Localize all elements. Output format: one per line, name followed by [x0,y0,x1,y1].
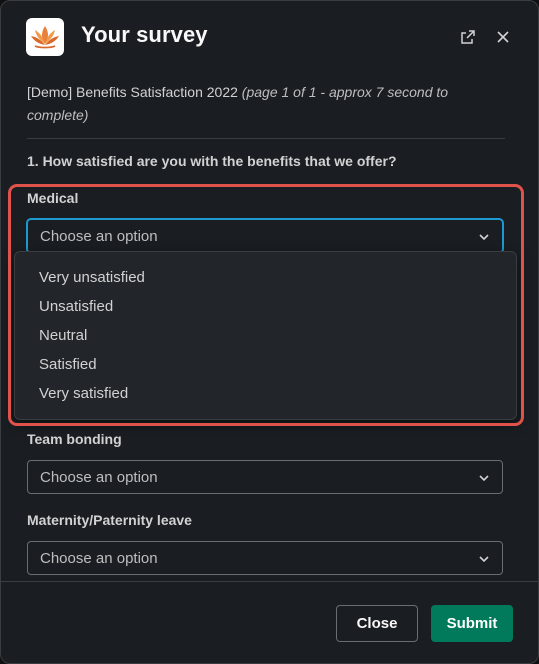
chevron-down-icon [479,556,489,563]
option-label: Neutral [39,327,88,344]
field-label-maternity-leave: Maternity/Paternity leave [27,512,192,528]
option-unsatisfied[interactable]: Unsatisfied [15,293,516,322]
question-text: 1. How satisfied are you with the benefi… [27,153,397,169]
option-label: Satisfied [39,356,97,373]
chevron-down-icon [479,234,489,241]
medical-select[interactable]: Choose an option [27,219,503,253]
chevron-down-icon [479,475,489,482]
field-label-medical: Medical [27,190,79,206]
team-bonding-select[interactable]: Choose an option [27,460,503,494]
lotus-logo-icon [26,18,64,56]
close-icon[interactable] [492,26,514,48]
survey-modal: Your survey [Demo] Benefits Satisfaction… [0,0,539,664]
option-very-unsatisfied[interactable]: Very unsatisfied [15,264,516,293]
option-neutral[interactable]: Neutral [15,322,516,351]
maternity-leave-select[interactable]: Choose an option [27,541,503,575]
survey-heading: [Demo] Benefits Satisfaction 2022 (page … [27,81,497,127]
medical-options-menu: Very unsatisfied Unsatisfied Neutral Sat… [14,251,517,420]
select-value: Choose an option [40,469,158,486]
option-satisfied[interactable]: Satisfied [15,351,516,380]
field-label-team-bonding: Team bonding [27,431,122,447]
external-link-icon[interactable] [457,26,479,48]
option-label: Unsatisfied [39,298,114,315]
option-label: Very satisfied [39,385,129,402]
select-value: Choose an option [40,228,158,245]
close-button[interactable]: Close [336,605,418,642]
select-value: Choose an option [40,550,158,567]
modal-header: Your survey [1,1,538,75]
option-very-satisfied[interactable]: Very satisfied [15,380,516,409]
option-label: Very unsatisfied [39,269,145,286]
modal-title: Your survey [81,22,208,47]
modal-footer: Close Submit [1,581,538,663]
divider [27,138,505,139]
survey-name: [Demo] Benefits Satisfaction 2022 [27,84,238,100]
submit-button[interactable]: Submit [431,605,513,642]
